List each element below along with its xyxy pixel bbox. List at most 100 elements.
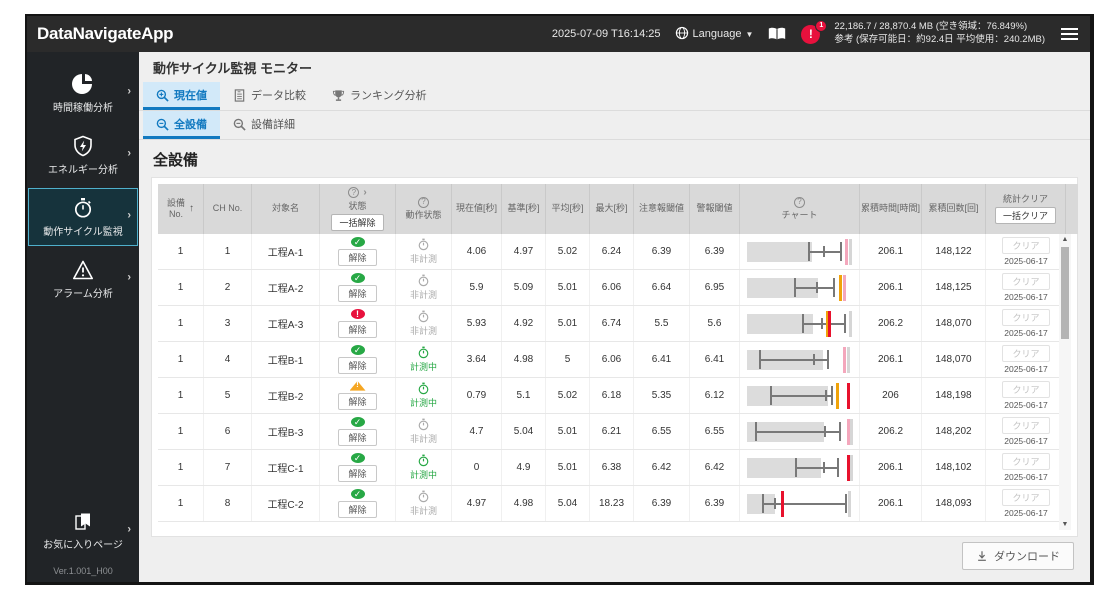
clear-button[interactable]: クリア — [1002, 381, 1050, 398]
language-selector[interactable]: Language ▼ — [675, 26, 753, 43]
sidebar-item-energy-analysis[interactable]: エネルギー分析 › — [28, 126, 138, 184]
stopwatch-icon — [418, 382, 429, 395]
cell-target-name: 工程A-1 — [252, 234, 320, 269]
release-button[interactable]: 解除 — [338, 465, 377, 482]
sidebar-item-alarm-analysis[interactable]: アラーム分析 › — [28, 250, 138, 308]
header-chart: ? チャート — [740, 184, 860, 234]
clear-button[interactable]: クリア — [1002, 345, 1050, 362]
header-alarm-threshold: 警報閾値 — [690, 184, 740, 234]
help-icon[interactable]: ? — [418, 196, 429, 208]
cell-standard-value: 4.98 — [502, 342, 546, 377]
download-button[interactable]: ダウンロード — [962, 542, 1074, 570]
cell-target-name: 工程B-1 — [252, 342, 320, 377]
header-label: 対象名 — [271, 203, 299, 214]
chevron-right-icon: › — [127, 209, 131, 222]
stopwatch-icon — [74, 198, 92, 218]
chart-threshold-marker — [845, 238, 849, 265]
hamburger-menu-button[interactable] — [1059, 26, 1080, 42]
chart-min-cap — [795, 458, 798, 477]
release-button[interactable]: 解除 — [338, 321, 377, 338]
scroll-up-icon[interactable]: ▲ — [1062, 236, 1069, 243]
cell-target-name: 工程C-1 — [252, 450, 320, 485]
status-icon: ✓ — [350, 237, 365, 247]
cell-standard-value: 5.09 — [502, 270, 546, 305]
cell-standard-value: 5.1 — [502, 378, 546, 413]
manual-book-button[interactable] — [767, 26, 787, 42]
sidebar-item-label: お気に入りページ — [43, 540, 123, 551]
clear-date: 2025-06-17 — [1004, 508, 1048, 518]
op-state-label: 非計測 — [409, 326, 437, 336]
op-state: 非計測 — [396, 234, 452, 269]
cell-ch-no: 7 — [204, 450, 252, 485]
op-state-label: 非計測 — [409, 434, 437, 444]
current-datetime: 2025-07-09 T16:14:25 — [551, 28, 661, 40]
cell-cumulative-count: 148,122 — [922, 234, 986, 269]
row-chart — [746, 382, 853, 409]
tab-all-equipment[interactable]: 全設備 — [143, 111, 220, 139]
cell-current-value: 0.79 — [452, 378, 502, 413]
table-row: 1 3 工程A-3 ! 解除 非計測 5.93 4.92 5.01 6.74 5… — [158, 306, 1059, 342]
clear-button[interactable]: クリア — [1002, 309, 1050, 326]
chart-bar — [746, 241, 813, 262]
cell-average-value: 5.02 — [546, 234, 590, 269]
cell-stats-clear: クリア 2025-06-17 — [986, 486, 1059, 521]
release-button[interactable]: 解除 — [338, 285, 377, 302]
cell-target-name: 工程C-2 — [252, 486, 320, 521]
cell-target-name: 工程A-2 — [252, 270, 320, 305]
clear-date: 2025-06-17 — [1004, 364, 1048, 374]
cell-cumulative-time: 206.1 — [860, 234, 922, 269]
document-icon — [234, 88, 245, 102]
op-state-label: 非計測 — [409, 254, 437, 264]
table-scrollbar[interactable]: ▲ ▼ — [1059, 234, 1071, 530]
status-icon: ✓ — [350, 345, 365, 355]
clear-button[interactable]: クリア — [1002, 237, 1050, 254]
chart-threshold-marker — [847, 346, 851, 373]
header-label: 現在値[秒] — [455, 203, 497, 214]
header-current: 現在値[秒] — [452, 184, 502, 234]
op-state: 非計測 — [396, 486, 452, 521]
primary-tabs: 現在値 データ比較 ランキング分析 — [139, 82, 1090, 111]
page-title: 動作サイクル監視 モニター — [153, 61, 312, 76]
scrollbar-thumb[interactable] — [1061, 247, 1069, 339]
header-status: ? › 状態 一括解除 — [320, 184, 396, 234]
sidebar-item-label: 動作サイクル監視 — [43, 227, 123, 238]
cell-status: ✓ 解除 — [320, 450, 396, 485]
scroll-down-icon[interactable]: ▼ — [1062, 521, 1069, 528]
magnifier-plus-icon — [156, 89, 169, 102]
header-label: CH No. — [212, 203, 243, 214]
tab-equipment-detail[interactable]: 設備詳細 — [220, 111, 308, 139]
language-label: Language — [692, 28, 742, 40]
release-button[interactable]: 解除 — [338, 429, 377, 446]
cell-stats-clear: クリア 2025-06-17 — [986, 378, 1059, 413]
cell-stats-clear: クリア 2025-06-17 — [986, 342, 1059, 377]
equipment-table: 設備 No. ↑ CH No. 対象名 ? › 状態 一括解除 ? 動作状態 現在値… — [151, 177, 1078, 537]
clear-button[interactable]: クリア — [1002, 489, 1050, 506]
sidebar-item-favorites[interactable]: お気に入りページ › — [28, 503, 138, 559]
help-icon[interactable]: ? — [348, 187, 360, 199]
row-chart — [746, 454, 854, 481]
clear-button[interactable]: クリア — [1002, 417, 1050, 434]
sort-ascending-icon[interactable]: ↑ — [189, 203, 194, 216]
batch-release-button[interactable]: 一括解除 — [331, 214, 384, 232]
release-button[interactable]: 解除 — [338, 249, 377, 266]
sidebar-item-cycle-monitoring[interactable]: 動作サイクル監視 › — [28, 188, 138, 246]
sidebar: 時間稼働分析 › エネルギー分析 › 動作サイクル監視 › アラーム分析 › お… — [27, 52, 139, 582]
cell-standard-value: 4.92 — [502, 306, 546, 341]
release-button[interactable]: 解除 — [338, 357, 377, 374]
clear-button[interactable]: クリア — [1002, 453, 1050, 470]
chart-mid-tick — [822, 245, 825, 258]
sidebar-item-time-operation-analysis[interactable]: 時間稼働分析 › — [28, 64, 138, 122]
release-button[interactable]: 解除 — [338, 501, 377, 518]
chevron-right-icon[interactable]: › — [363, 187, 366, 200]
help-icon[interactable]: ? — [794, 196, 805, 208]
tab-ranking-analysis[interactable]: ランキング分析 — [319, 82, 440, 110]
cell-equip-no: 1 — [158, 270, 204, 305]
tab-current-value[interactable]: 現在値 — [143, 82, 220, 110]
cell-average-value: 5.01 — [546, 270, 590, 305]
batch-clear-button[interactable]: 一括クリア — [994, 207, 1056, 225]
tab-data-comparison[interactable]: データ比較 — [220, 82, 319, 110]
alert-notification-button[interactable]: ! 1 — [801, 19, 828, 44]
clear-button[interactable]: クリア — [1002, 273, 1050, 290]
release-button[interactable]: 解除 — [338, 393, 377, 410]
chart-min-cap — [759, 350, 762, 369]
